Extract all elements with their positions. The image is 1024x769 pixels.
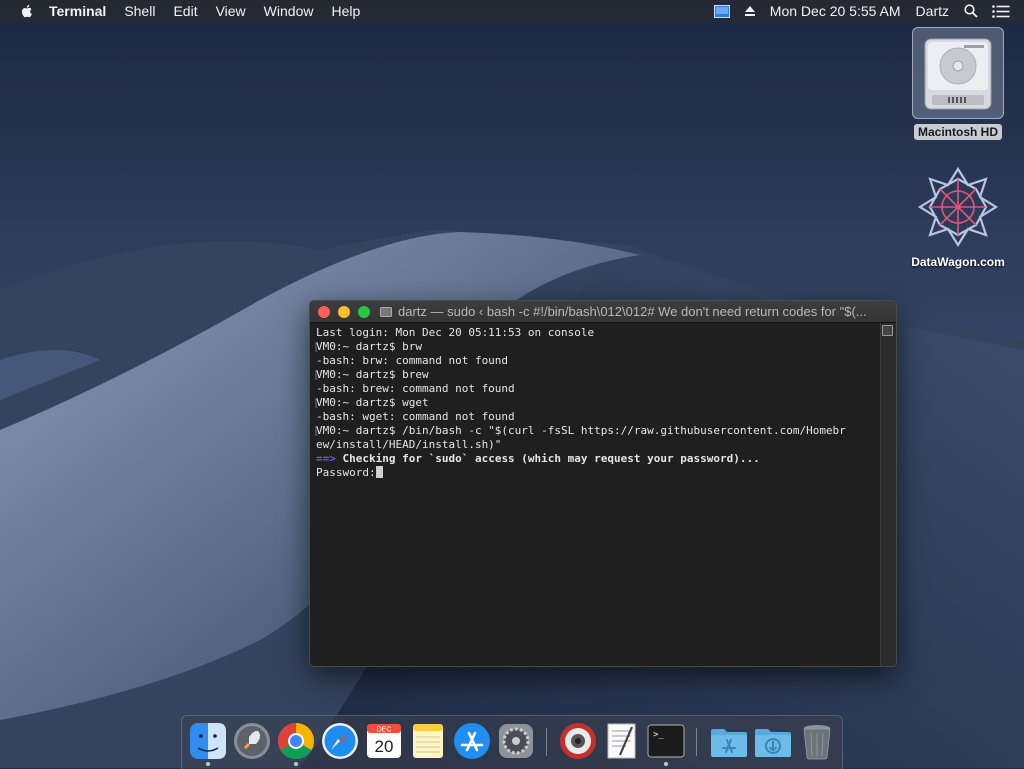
terminal-line: [VM0:~ dartz$ brew] [313,368,885,382]
terminal-output[interactable]: Last login: Mon Dec 20 05:11:53 on conso… [310,323,885,666]
dock-system-preferences[interactable] [496,721,536,761]
trash-icon[interactable] [797,721,837,761]
dock-launchpad[interactable] [232,721,272,761]
terminal-proxy-icon[interactable] [380,306,392,318]
dock-applications-folder[interactable] [709,721,749,761]
datawagon-logo-icon[interactable] [916,165,1000,249]
downloads-folder-icon[interactable] [753,721,793,761]
desktop-icon-label[interactable]: DataWagon.com [911,255,1005,269]
close-window-button[interactable] [318,305,330,318]
hard-drive-icon[interactable] [912,27,1004,119]
dock-calendar[interactable]: DEC 20 [364,721,404,761]
menu-shell[interactable]: Shell [124,3,155,19]
calendar-icon[interactable]: DEC 20 [364,721,404,761]
spotlight-search-icon[interactable] [964,4,978,18]
menu-edit[interactable]: Edit [173,3,197,19]
terminal-line: -bash: brew: command not found [316,382,515,395]
menu-help[interactable]: Help [331,3,360,19]
calendar-month: DEC [377,727,392,734]
notification-center-icon[interactable] [992,4,1010,18]
eject-icon[interactable] [744,5,756,17]
line-mark-icon: [ [313,368,320,381]
line-mark-icon: [ [313,340,320,353]
launchpad-icon[interactable] [232,721,272,761]
terminal-line-text: VM0:~ dartz$ brew [316,368,429,381]
dock-separator [546,728,547,756]
password-line[interactable]: Password: [316,466,875,480]
dock-textedit[interactable] [602,721,642,761]
minimize-window-button[interactable] [338,305,350,318]
dock-finder[interactable] [188,721,228,761]
svg-text:>_: >_ [653,730,664,740]
terminal-title: dartz — sudo ‹ bash -c #!/bin/bash\012\0… [398,304,867,319]
terminal-line: -bash: brw: command not found [316,354,509,367]
terminal-line: [VM0:~ dartz$ wget] [313,396,885,410]
dock-notes[interactable] [408,721,448,761]
calendar-day: 20 [375,737,394,756]
notes-icon[interactable] [408,721,448,761]
terminal-scrollbar[interactable] [880,323,896,666]
terminal-titlebar[interactable]: dartz — sudo ‹ bash -c #!/bin/bash\012\0… [310,301,896,323]
line-mark-icon: [ [313,424,320,437]
dock-safari[interactable] [320,721,360,761]
menu-window[interactable]: Window [264,3,314,19]
terminal-line-text: VM0:~ dartz$ /bin/bash -c "$(curl -fsSL … [316,424,846,437]
finder-icon[interactable] [188,721,228,761]
desktop-icon-datawagon[interactable]: DataWagon.com [900,165,1016,269]
menu-app-terminal[interactable]: Terminal [49,3,106,19]
dock-trash[interactable] [797,721,837,761]
app-store-icon[interactable] [452,721,492,761]
terminal-line-text: VM0:~ dartz$ wget [316,396,429,409]
terminal-line: [VM0:~ dartz$ brw] [313,340,885,354]
scroll-toggle-icon[interactable] [882,325,893,336]
dock-chrome[interactable] [276,721,316,761]
running-indicator [664,762,668,766]
line-mark-icon: [ [313,396,320,409]
password-prompt: Password: [316,466,376,479]
desktop-icon-macintosh-hd[interactable]: Macintosh HD [906,27,1010,140]
menu-view[interactable]: View [216,3,246,19]
terminal-line-text: VM0:~ dartz$ brw [316,340,422,353]
dock-app-store[interactable] [452,721,492,761]
apple-menu-icon[interactable] [19,3,35,19]
menu-clock[interactable]: Mon Dec 20 5:55 AM [770,3,901,19]
menu-user[interactable]: Dartz [916,3,949,19]
prompt-arrow: ==> [316,452,336,465]
terminal-line: [VM0:~ dartz$ /bin/bash -c "$(curl -fsSL… [313,424,885,438]
zoom-window-button[interactable] [358,305,370,318]
dock-photo-booth[interactable] [558,721,598,761]
system-preferences-icon[interactable] [496,721,536,761]
safari-icon[interactable] [320,721,360,761]
applications-folder-icon[interactable] [709,721,749,761]
running-indicator [206,762,210,766]
terminal-window[interactable]: dartz — sudo ‹ bash -c #!/bin/bash\012\0… [309,300,897,667]
textedit-icon[interactable] [602,721,642,761]
terminal-line: -bash: wget: command not found [316,410,515,423]
dock-terminal[interactable]: >_ [646,721,686,761]
dock: DEC 20 >_ [181,715,843,769]
terminal-line: ew/install/HEAD/install.sh)" [316,438,502,451]
photo-booth-icon[interactable] [558,721,598,761]
menu-bar: Terminal Shell Edit View Window Help Mon… [0,0,1024,22]
terminal-icon[interactable]: >_ [646,721,686,761]
display-mirroring-icon[interactable] [713,4,730,18]
key-cursor-icon[interactable] [375,466,383,478]
dock-separator [696,728,697,756]
dock-downloads-folder[interactable] [753,721,793,761]
chrome-icon[interactable] [276,721,316,761]
desktop-icon-label[interactable]: Macintosh HD [913,124,1002,140]
running-indicator [294,762,298,766]
sudo-message: Checking for `sudo` access (which may re… [335,452,760,465]
sudo-check-line: ==> Checking for `sudo` access (which ma… [316,452,875,466]
terminal-line: Last login: Mon Dec 20 05:11:53 on conso… [316,326,595,339]
